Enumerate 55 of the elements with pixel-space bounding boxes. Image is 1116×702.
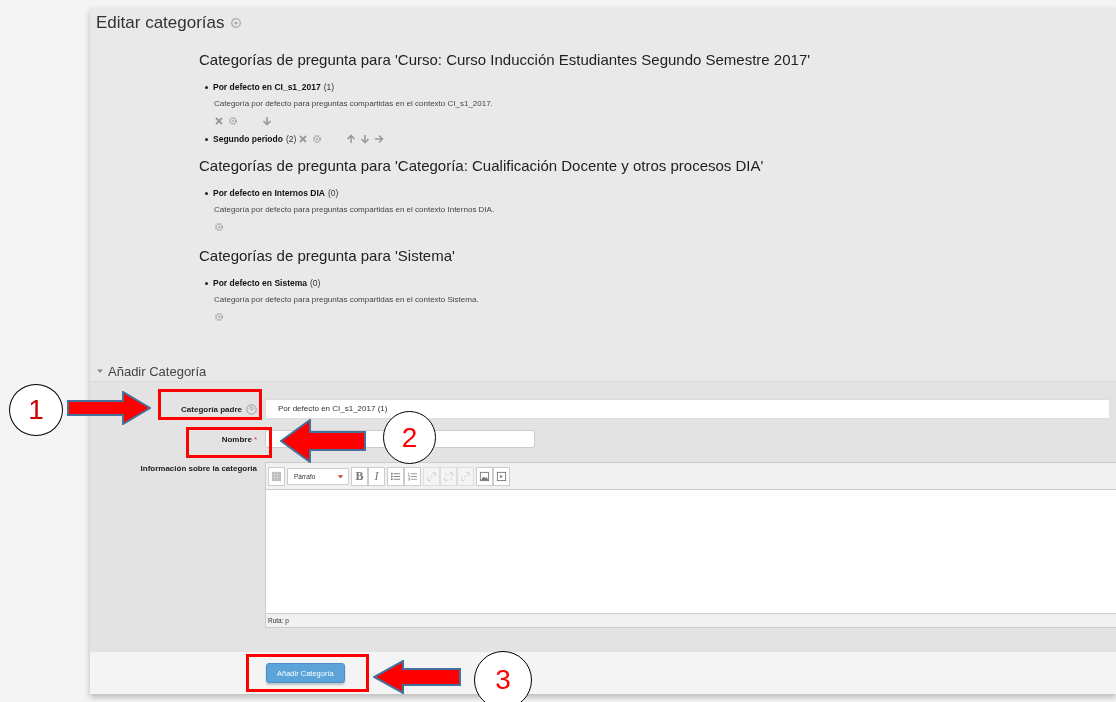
context-heading: Categorías de pregunta para 'Curso: Curso Inducción Estudiantes Segundo Semestre 2017' xyxy=(199,50,812,70)
category-description: Categoría por defecto para preguntas compartidas en el contexto CI_s1_2017. xyxy=(213,98,494,110)
category-name[interactable]: Por defecto en Sistema xyxy=(213,278,307,288)
bullet-icon xyxy=(205,281,208,285)
link-icon xyxy=(426,470,437,482)
image-button[interactable] xyxy=(476,466,493,486)
category-name[interactable]: Por defecto en CI_s1_2017 xyxy=(213,82,321,92)
right-arrow-icon[interactable] xyxy=(374,134,385,144)
question-count: (1) xyxy=(323,82,335,92)
caret-icon[interactable] xyxy=(337,472,344,480)
settings-icon[interactable] xyxy=(312,134,323,144)
bold-button[interactable]: B xyxy=(351,466,368,486)
down-arrow-icon[interactable] xyxy=(262,116,272,126)
question-count: (2) xyxy=(285,134,297,144)
media-button[interactable] xyxy=(493,466,510,486)
context-heading: Categorías de pregunta para 'Sistema' xyxy=(199,246,456,266)
category-description: Categoría por defecto para preguntas compartidas en el contexto Sistema. xyxy=(213,294,480,306)
settings-icon[interactable] xyxy=(214,312,224,322)
bullets-icon xyxy=(390,470,401,482)
numbers-button[interactable] xyxy=(404,466,421,486)
grid-button[interactable] xyxy=(268,466,285,486)
field-label: Nombre xyxy=(221,434,252,444)
settings-icon[interactable] xyxy=(228,116,238,126)
bullet-icon xyxy=(205,191,208,195)
field-label: Categoría padre xyxy=(181,404,242,414)
parent-category-select[interactable]: Por defecto en CI_s1_2017 (1) xyxy=(265,399,1110,419)
up-arrow-icon[interactable] xyxy=(346,134,357,144)
question-count: (0) xyxy=(310,278,321,288)
italic-button[interactable]: I xyxy=(368,466,385,486)
caret-icon[interactable] xyxy=(96,367,104,375)
help-icon[interactable] xyxy=(230,18,241,28)
step-number: 1 xyxy=(9,384,63,436)
settings-icon[interactable] xyxy=(214,222,224,232)
bullets-button[interactable] xyxy=(387,466,404,486)
question-count: (0) xyxy=(327,188,339,198)
page-title: Editar categorías xyxy=(96,13,225,33)
category-description: Categoría por defecto para preguntas compartidas en el contexto Internos DIA. xyxy=(213,204,496,216)
delete-icon[interactable] xyxy=(298,134,309,144)
numbers-icon xyxy=(407,470,418,482)
delete-icon[interactable] xyxy=(214,116,224,126)
link-icon xyxy=(460,470,471,482)
image-icon xyxy=(479,470,490,482)
bullet-icon xyxy=(205,85,208,89)
media-icon xyxy=(496,470,507,482)
category-name[interactable]: Por defecto en Internos DIA xyxy=(213,188,325,198)
bullet-icon xyxy=(205,137,208,141)
section-legend[interactable]: Añadir Categoría xyxy=(108,363,207,379)
category-name[interactable]: Segundo periodo xyxy=(213,134,283,144)
help-icon[interactable] xyxy=(246,403,257,415)
context-heading: Categorías de pregunta para 'Categoría: Cualificación Docente y otros procesos DIA' xyxy=(199,156,765,176)
grid-icon xyxy=(271,470,282,482)
required-mark: * xyxy=(253,434,257,444)
unlink-icon xyxy=(443,470,454,482)
down-arrow-icon[interactable] xyxy=(360,134,371,144)
field-label: Información sobre la categoría xyxy=(140,464,257,473)
